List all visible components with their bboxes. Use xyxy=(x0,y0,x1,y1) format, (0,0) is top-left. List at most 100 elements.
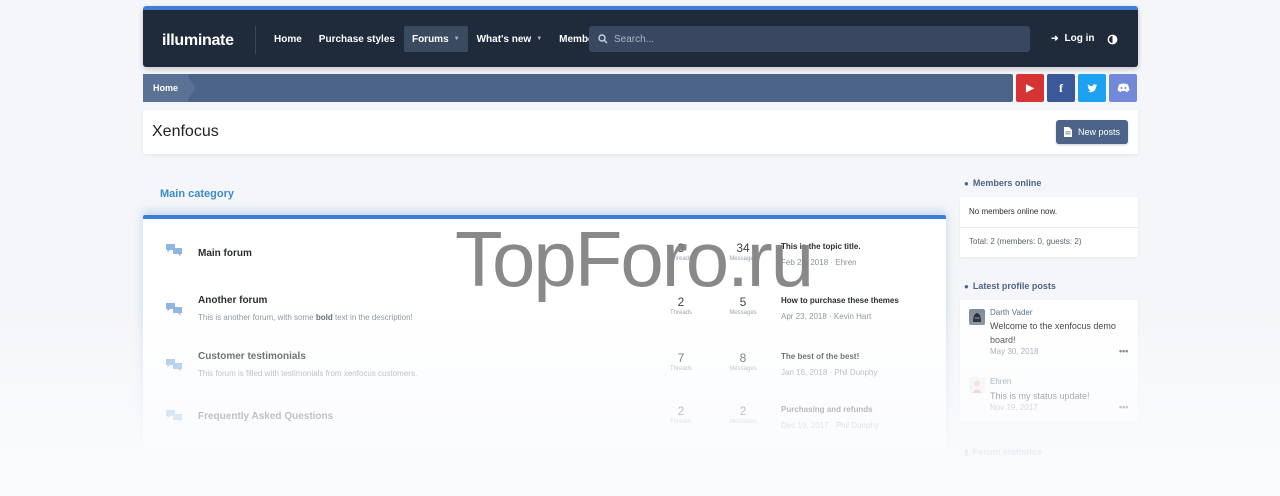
discord-icon xyxy=(1117,83,1129,92)
twitter-button[interactable] xyxy=(1078,74,1106,102)
latest-post-title[interactable]: The best of the best! xyxy=(781,352,878,361)
members-online-total: Total: 2 (members: 0, guests: 2) xyxy=(969,237,1082,246)
profile-post-body: This is my status update! xyxy=(990,391,1090,401)
latest-post-meta: Feb 28, 2018 · Ehren xyxy=(781,258,857,267)
forum-bubbles-icon xyxy=(166,303,182,316)
nav-purchase-styles[interactable]: Purchase styles xyxy=(311,26,403,52)
messages-stat: 5 Messages xyxy=(723,295,763,316)
breadcrumb-home[interactable]: Home xyxy=(143,74,189,102)
comments-icon: ● xyxy=(964,282,969,291)
profile-post-date[interactable]: Nov 19, 2017 xyxy=(990,403,1038,412)
breadcrumb-home-label: Home xyxy=(153,83,179,93)
breadcrumb: Home xyxy=(143,74,1013,102)
messages-label: Messages xyxy=(729,310,757,316)
twitter-icon xyxy=(1087,83,1097,92)
discord-button[interactable] xyxy=(1109,74,1137,102)
forum-statistics-title: Forum statistics xyxy=(972,447,1042,457)
forum-bubbles-icon xyxy=(166,244,182,257)
threads-count: 2 xyxy=(677,404,685,418)
threads-count: 2 xyxy=(677,295,685,309)
messages-stat: 8 Messages xyxy=(723,351,763,372)
threads-label: Threads xyxy=(669,310,692,316)
search-icon xyxy=(598,34,608,44)
divider xyxy=(960,227,1138,228)
latest-post-title[interactable]: This is the topic title. xyxy=(781,242,861,251)
latest-post: Purchasing and refunds Dec 19, 2017 · Phi… xyxy=(781,405,879,430)
avatar[interactable] xyxy=(969,309,985,325)
latest-post-meta: Apr 23, 2018 · Kevin Hart xyxy=(781,312,872,321)
members-online-title: Members online xyxy=(972,178,1042,188)
forum-statistics-block xyxy=(960,466,1138,496)
messages-label: Messages xyxy=(729,256,757,262)
facebook-button[interactable]: f xyxy=(1047,74,1075,102)
forum-row: Another forum This is another forum, wit… xyxy=(143,292,946,347)
nav-home[interactable]: Home xyxy=(266,26,310,52)
new-posts-button[interactable]: New posts xyxy=(1056,120,1128,144)
category-title[interactable]: Main category xyxy=(160,188,234,200)
profile-posts-title: Latest profile posts xyxy=(972,281,1056,291)
chevron-down-icon[interactable]: ▼ xyxy=(454,36,460,42)
login-label: Log in xyxy=(1064,33,1095,44)
latest-post-meta: Dec 19, 2017 · Phil Dunphy xyxy=(781,421,879,430)
messages-stat: 34 Messages xyxy=(723,241,763,262)
threads-label: Threads xyxy=(669,419,692,425)
forum-title[interactable]: Customer testimonials xyxy=(198,351,306,362)
forum-statistics-heading[interactable]: ▮ Forum statistics xyxy=(964,447,1042,457)
forum-row: Main forum 3 Threads 34 Messages This is t… xyxy=(143,237,946,292)
messages-count: 5 xyxy=(739,295,747,309)
forum-row: Customer testimonials This forum is fill… xyxy=(143,348,946,403)
search-input[interactable] xyxy=(614,33,994,45)
forum-description: This forum is filled with testimonials f… xyxy=(198,369,418,378)
site-logo[interactable]: illuminate xyxy=(162,32,234,50)
messages-count: 2 xyxy=(739,404,747,418)
messages-label: Messages xyxy=(729,419,757,425)
top-header: illuminate Home Purchase styles Forums ▼ … xyxy=(143,6,1138,67)
messages-stat: 2 Messages xyxy=(723,404,763,425)
avatar[interactable] xyxy=(969,377,985,393)
nav-whats-new[interactable]: What's new ▼ xyxy=(469,26,551,52)
latest-post-meta: Jan 16, 2018 · Phil Dunphy xyxy=(781,368,878,377)
latest-post: The best of the best! Jan 16, 2018 · Phil… xyxy=(781,352,878,377)
nav-forums-label: Forums xyxy=(411,33,449,45)
members-online-block: No members online now. Total: 2 (members… xyxy=(960,197,1138,257)
members-online-heading[interactable]: ● Members online xyxy=(964,178,1041,188)
messages-label: Messages xyxy=(729,366,757,372)
profile-posts-block: Darth Vader Welcome to the xenfocus demo… xyxy=(960,300,1138,422)
latest-post-title[interactable]: How to purchase these themes xyxy=(781,296,899,305)
profile-posts-heading[interactable]: ● Latest profile posts xyxy=(964,281,1056,291)
more-options-icon[interactable]: ••• xyxy=(1119,402,1128,412)
members-online-text: No members online now. xyxy=(969,207,1058,216)
youtube-button[interactable]: ▶ xyxy=(1016,74,1044,102)
nav-forums[interactable]: Forums ▼ xyxy=(403,26,468,52)
forum-bubbles-icon xyxy=(166,410,182,423)
nav-home-label: Home xyxy=(274,33,302,45)
chevron-down-icon[interactable]: ▼ xyxy=(536,36,542,42)
threads-stat: 7 Threads xyxy=(661,351,701,372)
profile-post-date[interactable]: May 30, 2018 xyxy=(990,347,1038,356)
document-icon xyxy=(1063,127,1072,137)
latest-post: This is the topic title. Feb 28, 2018 · E… xyxy=(781,242,861,267)
chart-icon: ▮ xyxy=(964,448,969,457)
profile-post-user[interactable]: Ehren xyxy=(990,377,1011,386)
user-icon: ● xyxy=(964,179,969,188)
latest-post-title[interactable]: Purchasing and refunds xyxy=(781,405,879,414)
page-title: Xenfocus xyxy=(152,123,219,140)
search-box[interactable] xyxy=(589,26,1030,52)
messages-count: 8 xyxy=(739,351,747,365)
login-button[interactable]: ➜ Log in xyxy=(1051,33,1095,44)
messages-count: 34 xyxy=(736,241,750,255)
profile-post-body: Welcome to the xenfocus demo board! xyxy=(990,321,1116,345)
forum-title[interactable]: Frequently Asked Questions xyxy=(198,411,333,422)
forum-row: Frequently Asked Questions 2 Threads 2 Mes… xyxy=(143,401,946,456)
threads-stat: 2 Threads xyxy=(661,404,701,425)
threads-label: Threads xyxy=(669,256,692,262)
profile-post-user[interactable]: Darth Vader xyxy=(990,308,1033,317)
forum-title[interactable]: Main forum xyxy=(198,248,252,259)
new-posts-label: New posts xyxy=(1077,127,1121,137)
forum-title[interactable]: Another forum xyxy=(198,295,267,306)
more-options-icon[interactable]: ••• xyxy=(1119,346,1128,356)
forum-description-bold: bold xyxy=(315,313,333,322)
sign-in-icon: ➜ xyxy=(1051,33,1059,43)
style-toggle-icon[interactable] xyxy=(1107,34,1118,45)
threads-stat: 3 Threads xyxy=(661,241,701,262)
